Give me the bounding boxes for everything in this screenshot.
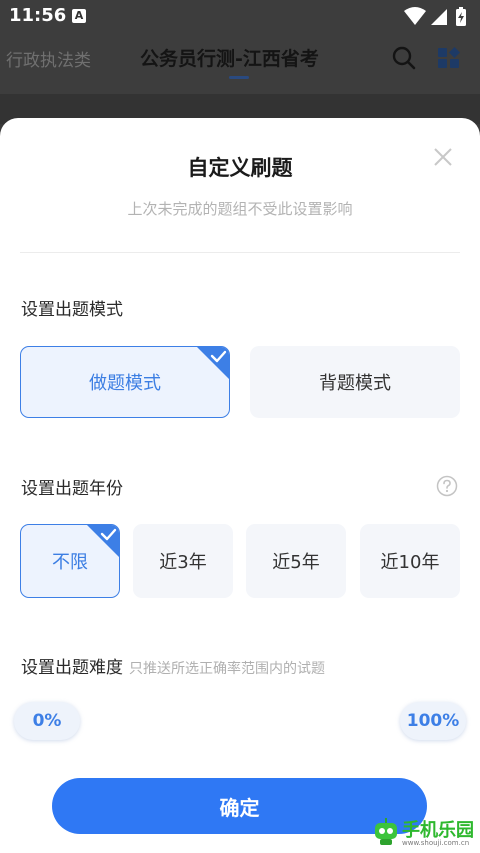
selected-check-icon xyxy=(87,525,119,557)
tab-administrative[interactable]: 行政执法类 xyxy=(6,46,91,71)
difficulty-section-label: 设置出题难度 只推送所选正确率范围内的试题 xyxy=(21,653,325,678)
page-title[interactable]: 公务员行测-江西省考 xyxy=(140,44,319,71)
notification-icon: A xyxy=(72,9,86,23)
status-bar: 11:56 A xyxy=(0,0,480,34)
search-icon[interactable] xyxy=(392,46,416,70)
signal-icon xyxy=(431,9,447,25)
divider xyxy=(20,252,460,253)
watermark-logo: 手机乐园 www.shouji.com.cn xyxy=(372,815,476,849)
option-label: 近3年 xyxy=(159,552,207,573)
difficulty-max-handle[interactable]: 100% xyxy=(400,702,466,740)
difficulty-min-handle[interactable]: 0% xyxy=(14,702,80,740)
sheet-title: 自定义刷题 xyxy=(187,156,293,180)
wifi-icon xyxy=(404,7,426,25)
watermark-robot-icon xyxy=(375,818,397,845)
difficulty-label: 设置出题难度 xyxy=(21,658,123,678)
option-label: 不限 xyxy=(52,552,88,573)
help-icon[interactable] xyxy=(436,475,458,497)
mode-section-label: 设置出题模式 xyxy=(21,300,123,320)
option-year-3[interactable]: 近3年 xyxy=(133,524,233,598)
difficulty-hint: 只推送所选正确率范围内的试题 xyxy=(129,661,325,677)
option-label: 背题模式 xyxy=(319,373,391,394)
category-grid-icon[interactable] xyxy=(437,46,461,70)
option-label: 近5年 xyxy=(272,552,320,573)
selected-check-icon xyxy=(197,347,229,379)
option-year-5[interactable]: 近5年 xyxy=(246,524,346,598)
option-year-10[interactable]: 近10年 xyxy=(360,524,460,598)
option-memorize-mode[interactable]: 背题模式 xyxy=(250,346,460,418)
battery-icon xyxy=(456,7,466,26)
tab-indicator xyxy=(229,76,249,79)
option-label: 近10年 xyxy=(380,552,440,573)
option-label: 做题模式 xyxy=(89,373,161,394)
watermark-url: www.shouji.com.cn xyxy=(402,839,470,847)
confirm-button[interactable]: 确定 xyxy=(52,778,427,834)
app-header: 行政执法类 公务员行测-江西省考 xyxy=(0,34,480,94)
status-time: 11:56 xyxy=(9,5,67,26)
custom-practice-sheet: 自定义刷题 上次未完成的题组不受此设置影响 设置出题模式 做题模式 背题模式 设… xyxy=(0,118,480,853)
sheet-subtitle: 上次未完成的题组不受此设置影响 xyxy=(127,200,353,218)
year-section-label: 设置出题年份 xyxy=(21,479,123,499)
close-icon[interactable] xyxy=(430,144,456,170)
option-practice-mode[interactable]: 做题模式 xyxy=(20,346,230,418)
status-icons xyxy=(404,7,466,26)
option-year-unlimited[interactable]: 不限 xyxy=(20,524,120,598)
